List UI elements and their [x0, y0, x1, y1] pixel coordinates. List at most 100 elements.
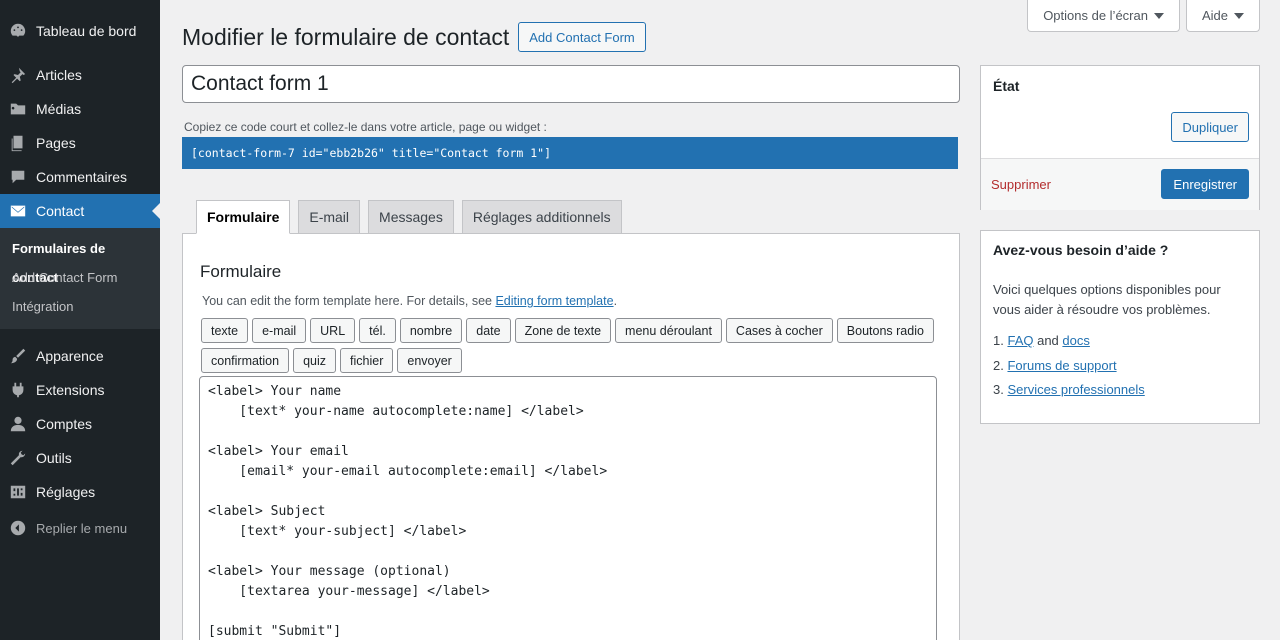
- settings-icon: [9, 483, 27, 501]
- help-title: Avez-vous besoin d’aide ?: [993, 242, 1169, 258]
- title-row: Modifier le formulaire de contact Add Co…: [182, 22, 646, 52]
- user-icon: [9, 415, 27, 433]
- menu-contact[interactable]: Contact: [0, 194, 160, 228]
- brush-icon: [9, 347, 27, 365]
- tag-submit-button[interactable]: envoyer: [397, 348, 462, 373]
- form-template-textarea[interactable]: <label> Your name [text* your-name autoc…: [199, 376, 937, 640]
- menu-label: Pages: [36, 135, 76, 151]
- link-separator: and: [1033, 333, 1063, 348]
- shortcode-label: Copiez ce code court et collez-le dans v…: [184, 120, 547, 134]
- professional-services-link[interactable]: Services professionnels: [1007, 382, 1144, 397]
- dashboard-icon: [9, 22, 27, 40]
- help-button[interactable]: Aide: [1185, 0, 1260, 32]
- help-box: Avez-vous besoin d’aide ? Voici quelques…: [980, 230, 1260, 424]
- menu-dashboard[interactable]: Tableau de bord: [0, 14, 160, 48]
- menu-label: Réglages: [36, 484, 96, 500]
- tag-checkbox-button[interactable]: Cases à cocher: [725, 318, 833, 343]
- tag-tel-button[interactable]: tél.: [359, 318, 396, 343]
- docs-link[interactable]: docs: [1062, 333, 1089, 348]
- editor-tabs: Formulaire E-mail Messages Réglages addi…: [196, 200, 622, 234]
- menu-label: Apparence: [36, 348, 104, 364]
- pin-icon: [9, 66, 27, 84]
- list-number: 1.: [993, 333, 1004, 348]
- tag-email-button[interactable]: e-mail: [252, 318, 307, 343]
- list-number: 2.: [993, 357, 1004, 373]
- help-text: Voici quelques options disponibles pour …: [993, 282, 1221, 317]
- menu-label: Articles: [36, 67, 82, 83]
- caret-down-icon: [1234, 12, 1244, 19]
- editing-form-template-link[interactable]: Editing form template: [495, 294, 613, 308]
- list-number: 3.: [993, 382, 1004, 397]
- tag-textarea-button[interactable]: Zone de texte: [514, 318, 612, 343]
- menu-comments[interactable]: Commentaires: [0, 160, 160, 194]
- comment-icon: [9, 168, 27, 186]
- status-title: État: [993, 78, 1020, 94]
- menu-label: Contact: [36, 203, 85, 219]
- menu-articles[interactable]: Articles: [0, 58, 160, 92]
- list-item: 3. Services professionnels: [993, 380, 1145, 405]
- pages-icon: [9, 134, 27, 152]
- shortcode-field[interactable]: [contact-form-7 id="ebb2b26" title="Cont…: [182, 137, 958, 169]
- tab-form[interactable]: Formulaire: [196, 200, 291, 234]
- tab-email[interactable]: E-mail: [298, 200, 361, 233]
- tag-radio-button[interactable]: Boutons radio: [836, 318, 934, 343]
- tag-url-button[interactable]: URL: [310, 318, 356, 343]
- save-button[interactable]: Enregistrer: [1161, 169, 1249, 199]
- tab-messages[interactable]: Messages: [368, 200, 454, 233]
- status-actions: Supprimer Enregistrer: [981, 158, 1259, 210]
- submenu-integration[interactable]: Intégration: [0, 292, 160, 321]
- panel-description-end: .: [613, 294, 618, 308]
- tab-additional-settings[interactable]: Réglages additionnels: [461, 200, 622, 233]
- submenu-contact-forms[interactable]: Formulaires de contact: [0, 234, 160, 285]
- menu-users[interactable]: Comptes: [0, 407, 160, 441]
- page-title: Modifier le formulaire de contact: [182, 23, 510, 50]
- tag-generator-row-2: confirmation quiz fichier envoyer: [201, 348, 462, 373]
- caret-down-icon: [1153, 12, 1164, 19]
- support-forums-link[interactable]: Forums de support: [1007, 358, 1116, 373]
- form-panel: Formulaire You can edit the form templat…: [182, 233, 960, 640]
- media-icon: [9, 100, 27, 118]
- list-item: 2. Forums de support: [993, 356, 1145, 381]
- help-links-list: 1. FAQ and docs 2. Forums de support 3. …: [993, 331, 1145, 405]
- list-item: 1. FAQ and docs: [993, 331, 1145, 356]
- menu-settings[interactable]: Réglages: [0, 475, 160, 509]
- form-title-input[interactable]: Contact form 1: [182, 65, 960, 103]
- menu-label: Tableau de bord: [36, 23, 137, 39]
- add-contact-form-button[interactable]: Add Contact Form: [518, 22, 646, 52]
- tag-select-button[interactable]: menu déroulant: [615, 318, 722, 343]
- menu-label: Médias: [36, 101, 82, 117]
- menu-label: Commentaires: [36, 169, 128, 185]
- tag-number-button[interactable]: nombre: [399, 318, 463, 343]
- mail-icon: [9, 202, 27, 220]
- delete-link[interactable]: Supprimer: [991, 177, 1051, 192]
- screen-options-label: Options de l’écran: [1043, 8, 1148, 23]
- tag-generator-row-1: texte e-mail URL tél. nombre date Zone d…: [201, 318, 934, 343]
- tag-file-button[interactable]: fichier: [340, 348, 394, 373]
- plugin-icon: [9, 381, 27, 399]
- faq-link[interactable]: FAQ: [1007, 333, 1033, 348]
- tag-date-button[interactable]: date: [466, 318, 511, 343]
- submenu-add-contact-form[interactable]: Add Contact Form: [0, 263, 160, 292]
- panel-description: You can edit the form template here. For…: [202, 294, 617, 308]
- tag-acceptance-button[interactable]: confirmation: [201, 348, 290, 373]
- menu-label: Comptes: [36, 416, 93, 432]
- screen-meta-links: Options de l’écran Aide: [1027, 0, 1260, 32]
- contact-submenu: Formulaires de contact Add Contact Form …: [0, 228, 160, 329]
- status-box: État Dupliquer Supprimer Enregistrer: [980, 65, 1260, 210]
- wrench-icon: [9, 449, 27, 467]
- screen-options-button[interactable]: Options de l’écran: [1027, 0, 1180, 32]
- collapse-icon: [9, 519, 27, 537]
- menu-medias[interactable]: Médias: [0, 92, 160, 126]
- menu-appearance[interactable]: Apparence: [0, 339, 160, 373]
- panel-title: Formulaire: [200, 262, 282, 281]
- menu-label: Extensions: [36, 382, 105, 398]
- menu-tools[interactable]: Outils: [0, 441, 160, 475]
- panel-description-text: You can edit the form template here. For…: [202, 294, 496, 308]
- duplicate-button[interactable]: Dupliquer: [1171, 112, 1249, 142]
- tag-quiz-button[interactable]: quiz: [293, 348, 337, 373]
- menu-extensions[interactable]: Extensions: [0, 373, 160, 407]
- tag-text-button[interactable]: texte: [201, 318, 249, 343]
- collapse-menu-button[interactable]: Replier le menu: [0, 511, 160, 545]
- menu-pages[interactable]: Pages: [0, 126, 160, 160]
- menu-label: Outils: [36, 450, 72, 466]
